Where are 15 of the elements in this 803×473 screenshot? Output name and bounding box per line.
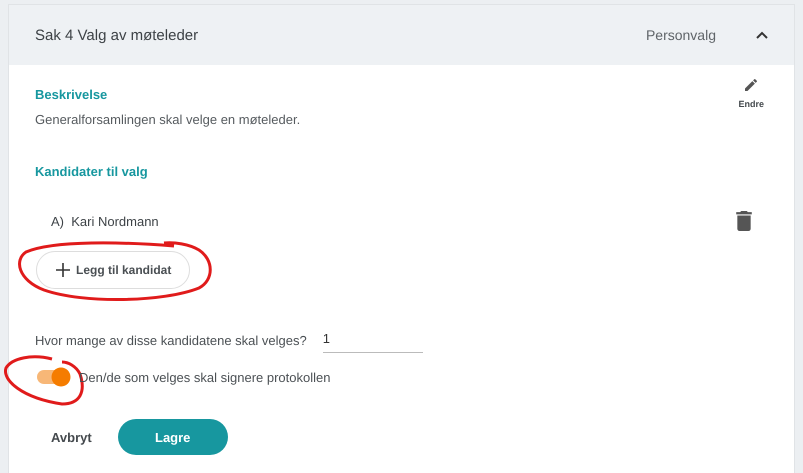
- question-label: Hvor mange av disse kandidatene skal velges?: [35, 332, 307, 348]
- section-heading: Kandidater til valg: [35, 164, 148, 179]
- toggle-switch[interactable]: [35, 367, 71, 387]
- trash-icon[interactable]: [736, 211, 752, 231]
- add-candidate-button[interactable]: Legg til kandidat: [36, 251, 190, 289]
- description-text: Generalforsamlingen skal velge en møteleder.: [35, 112, 300, 127]
- cancel-button[interactable]: Avbryt: [51, 430, 92, 444]
- save-button[interactable]: Lagre: [118, 419, 228, 455]
- candidate-name: A) Kari Nordmann: [51, 214, 159, 228]
- case-type: Personvalg: [646, 27, 716, 43]
- case-title: Sak 4 Valg av møteleder: [35, 26, 200, 44]
- plus-icon: [55, 262, 71, 278]
- edit-button[interactable]: Endre: [738, 77, 764, 127]
- pencil-icon: [743, 77, 760, 93]
- section-heading: Beskrivelse: [35, 87, 108, 102]
